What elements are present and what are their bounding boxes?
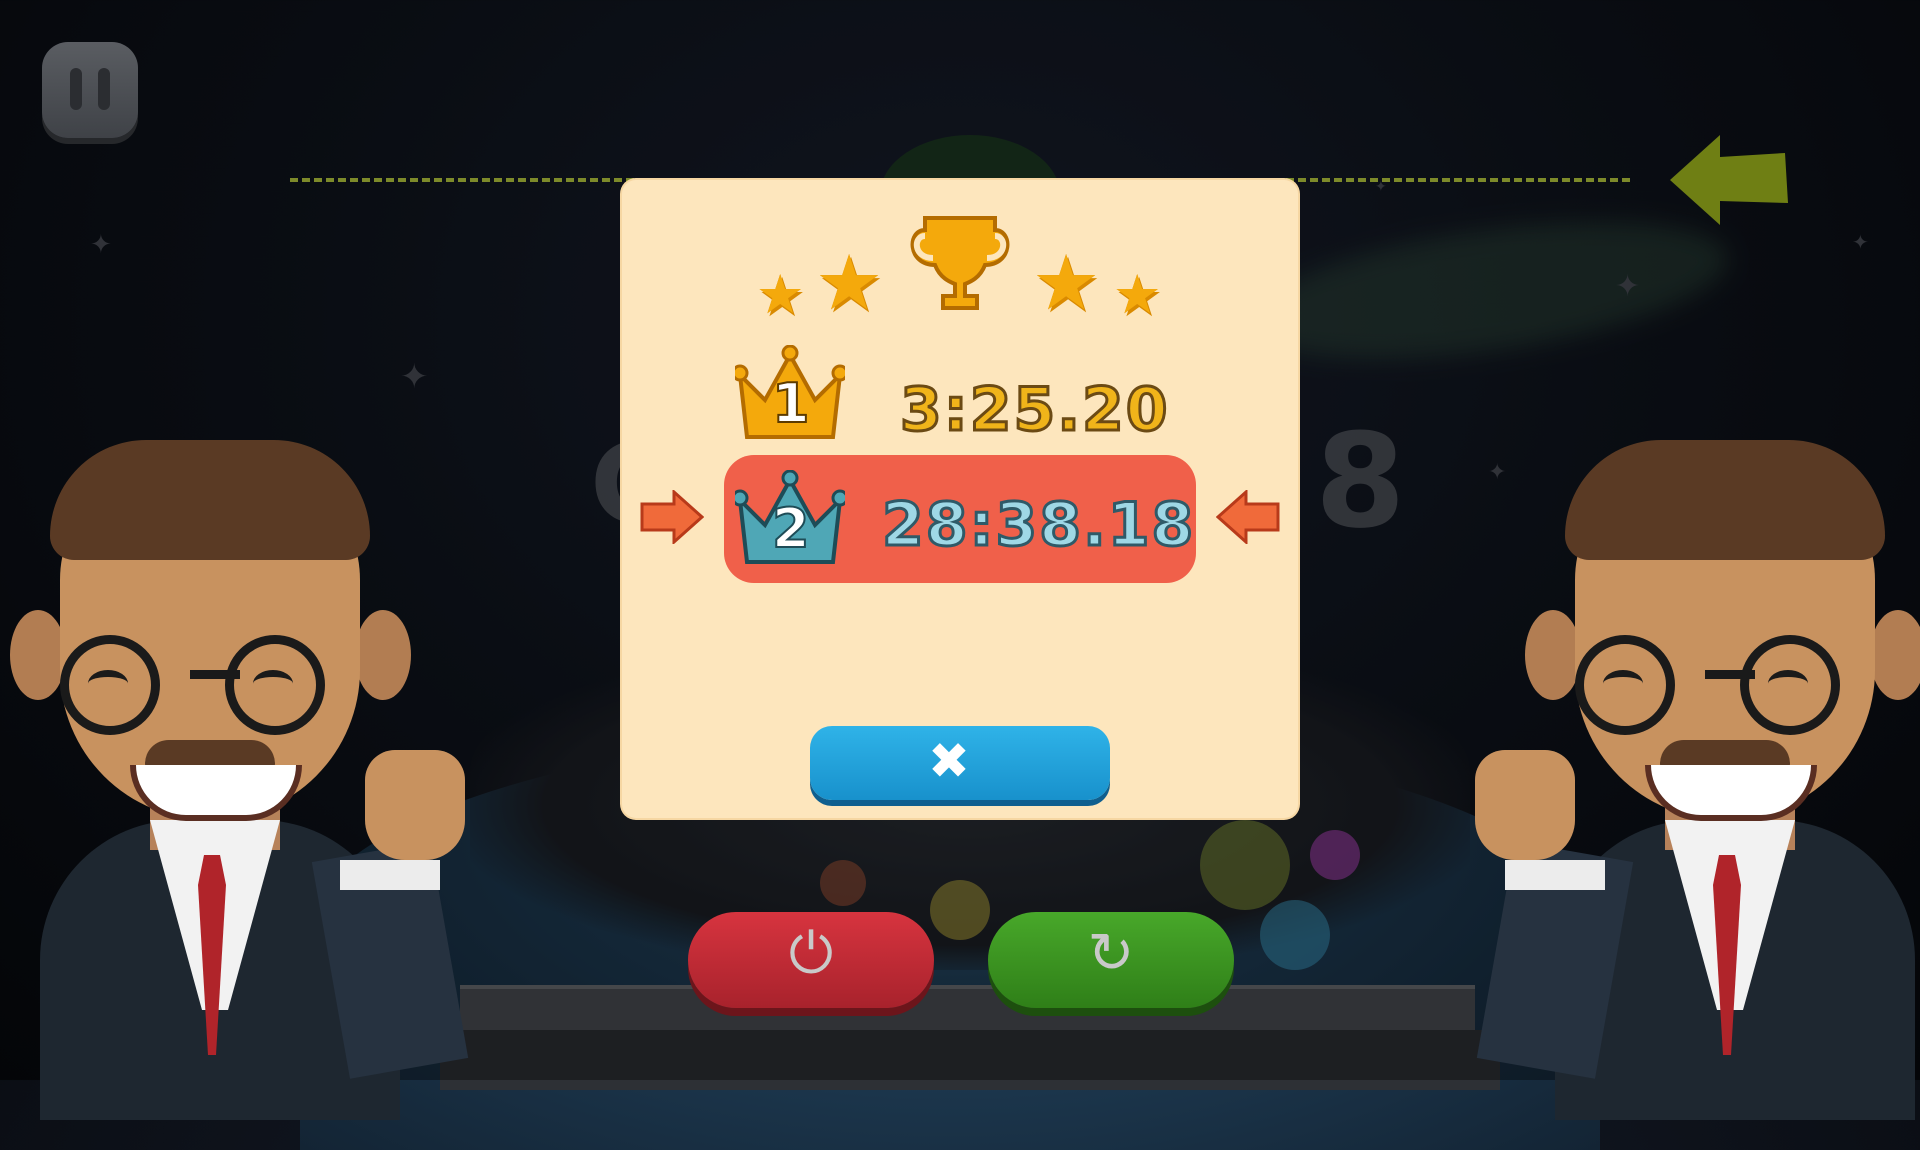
quit-button[interactable]: ⏻: [688, 912, 934, 1008]
trophy-icon: [910, 216, 1010, 310]
character-left: [0, 380, 469, 1120]
star-icon: ★: [815, 238, 884, 327]
pointer-arrow-icon: [1216, 490, 1280, 544]
restart-icon: ↻: [1087, 921, 1135, 986]
star-icon: ★: [756, 263, 805, 326]
rank1-time: 3:25.20: [899, 374, 1170, 447]
power-icon: ⏻: [788, 921, 834, 986]
retry-button[interactable]: ↻: [988, 912, 1234, 1008]
arrow-left-icon: [1670, 135, 1788, 225]
pause-button[interactable]: [42, 42, 138, 138]
rank1-number: 1: [771, 371, 811, 436]
close-icon: ✖: [928, 732, 970, 790]
close-button[interactable]: ✖: [810, 726, 1110, 800]
pointer-arrow-icon: [640, 490, 704, 544]
rank2-time: 28:38.18: [880, 489, 1196, 562]
character-right: [1475, 380, 1920, 1120]
star-icon: ★: [1032, 238, 1101, 327]
star-icon: ★: [1113, 263, 1162, 326]
rank2-number: 2: [771, 496, 811, 561]
